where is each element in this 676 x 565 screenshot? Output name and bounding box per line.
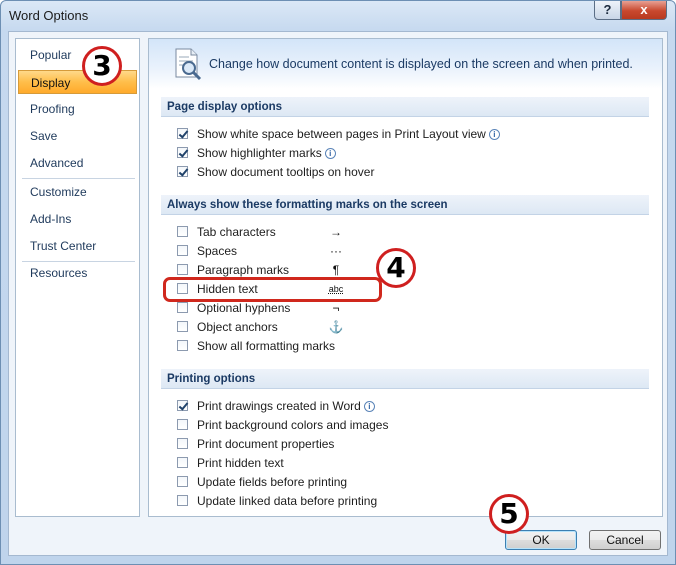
section-header-formatting-marks: Always show these formatting marks on th… bbox=[161, 195, 649, 215]
checkbox[interactable] bbox=[177, 226, 188, 237]
panel-description: Change how document content is displayed… bbox=[209, 57, 633, 71]
option-label: Show white space between pages in Print … bbox=[197, 127, 486, 141]
option-label: Spaces bbox=[197, 244, 238, 258]
option-label: Print hidden text bbox=[197, 456, 284, 470]
panel-banner: Change how document content is displayed… bbox=[149, 39, 662, 89]
option-label: Print background colors and images bbox=[197, 418, 389, 432]
window-title: Word Options bbox=[9, 8, 89, 23]
document-magnifier-icon bbox=[175, 48, 202, 81]
checkbox[interactable] bbox=[177, 400, 188, 411]
info-icon[interactable]: i bbox=[363, 401, 375, 412]
step-5-callout: 5 bbox=[489, 494, 529, 534]
option-label: Print drawings created in Word bbox=[197, 399, 361, 413]
checkbox[interactable] bbox=[177, 147, 188, 158]
anchor-icon: ⚓ bbox=[328, 320, 344, 334]
section-header-page-display: Page display options bbox=[161, 97, 649, 117]
step-3-callout: 3 bbox=[82, 46, 122, 86]
sidebar-item-customize[interactable]: Customize bbox=[18, 180, 137, 204]
sidebar-item-save[interactable]: Save bbox=[18, 124, 137, 148]
step-4-callout: 4 bbox=[376, 248, 416, 288]
cancel-button[interactable]: Cancel bbox=[589, 530, 661, 550]
option-label: Show highlighter marks bbox=[197, 146, 322, 160]
checkbox[interactable] bbox=[177, 495, 188, 506]
checkbox[interactable] bbox=[177, 438, 188, 449]
ok-button[interactable]: OK bbox=[505, 530, 577, 550]
title-bar[interactable]: Word Options ? x bbox=[1, 1, 675, 31]
sidebar-item-proofing[interactable]: Proofing bbox=[18, 97, 137, 121]
checkbox[interactable] bbox=[177, 476, 188, 487]
checkbox[interactable] bbox=[177, 321, 188, 332]
help-button[interactable]: ? bbox=[594, 1, 621, 20]
checkbox[interactable] bbox=[177, 457, 188, 468]
option-label: Update fields before printing bbox=[197, 475, 348, 489]
checkbox[interactable] bbox=[177, 245, 188, 256]
option-label: Print document properties bbox=[197, 437, 335, 451]
tab-mark-icon: → bbox=[330, 225, 342, 239]
section-header-printing: Printing options bbox=[161, 369, 649, 389]
checkbox[interactable] bbox=[177, 302, 188, 313]
option-label: Show all formatting marks bbox=[197, 339, 336, 353]
option-label: Object anchors bbox=[197, 320, 278, 334]
checkbox[interactable] bbox=[177, 340, 188, 351]
option-label: Show document tooltips on hover bbox=[197, 165, 375, 179]
option-label: Tab characters bbox=[197, 225, 276, 239]
info-icon[interactable]: i bbox=[324, 148, 336, 159]
category-sidebar: Popular Display Proofing Save Advanced C… bbox=[15, 38, 140, 517]
sidebar-item-advanced[interactable]: Advanced bbox=[18, 151, 137, 175]
sidebar-item-resources[interactable]: Resources bbox=[18, 261, 137, 285]
hidden-text-highlight bbox=[163, 277, 382, 302]
checkbox[interactable] bbox=[177, 166, 188, 177]
sidebar-divider bbox=[22, 178, 135, 179]
space-mark-icon: ··· bbox=[330, 244, 342, 258]
option-label: Update linked data before printing bbox=[197, 494, 378, 508]
close-button[interactable]: x bbox=[621, 1, 667, 20]
checkbox[interactable] bbox=[177, 419, 188, 430]
checkbox[interactable] bbox=[177, 128, 188, 139]
checkbox[interactable] bbox=[177, 264, 188, 275]
info-icon[interactable]: i bbox=[488, 129, 500, 140]
sidebar-item-trust-center[interactable]: Trust Center bbox=[18, 234, 137, 258]
sidebar-item-add-ins[interactable]: Add-Ins bbox=[18, 207, 137, 231]
